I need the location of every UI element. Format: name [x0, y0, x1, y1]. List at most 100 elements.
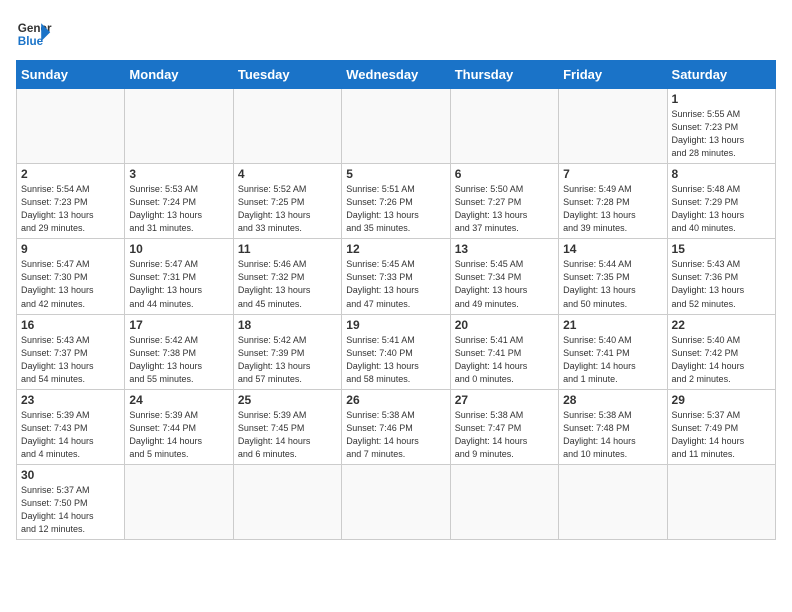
day-number: 27: [455, 393, 554, 407]
day-info: Sunrise: 5:53 AM Sunset: 7:24 PM Dayligh…: [129, 183, 228, 235]
calendar-cell: [342, 89, 450, 164]
day-info: Sunrise: 5:48 AM Sunset: 7:29 PM Dayligh…: [672, 183, 771, 235]
day-number: 28: [563, 393, 662, 407]
calendar-cell: 14 Sunrise: 5:44 AM Sunset: 7:35 PM Dayli…: [559, 239, 667, 314]
day-number: 21: [563, 318, 662, 332]
calendar-cell: 16Sunrise: 5:43 AM Sunset: 7:37 PM Dayli…: [17, 314, 125, 389]
day-number: 7: [563, 167, 662, 181]
calendar-cell: 22Sunrise: 5:40 AM Sunset: 7:42 PM Dayli…: [667, 314, 775, 389]
calendar-cell: 20 Sunrise: 5:41 AM Sunset: 7:41 PM Dayli…: [450, 314, 558, 389]
day-number: 23: [21, 393, 120, 407]
calendar-cell: [125, 89, 233, 164]
day-info: Sunrise: 5:38 AM Sunset: 7:47 PM Dayligh…: [455, 409, 554, 461]
calendar-cell: [125, 464, 233, 539]
calendar-cell: 30Sunrise: 5:37 AM Sunset: 7:50 PM Dayli…: [17, 464, 125, 539]
weekday-header-saturday: Saturday: [667, 61, 775, 89]
day-number: 1: [672, 92, 771, 106]
calendar-cell: [667, 464, 775, 539]
day-number: 6: [455, 167, 554, 181]
calendar-cell: 7 Sunrise: 5:49 AM Sunset: 7:28 PM Daylig…: [559, 164, 667, 239]
weekday-header-tuesday: Tuesday: [233, 61, 341, 89]
calendar-cell: [559, 464, 667, 539]
calendar-cell: 24 Sunrise: 5:39 AM Sunset: 7:44 PM Dayli…: [125, 389, 233, 464]
day-info: Sunrise: 5:42 AM Sunset: 7:39 PM Dayligh…: [238, 334, 337, 386]
calendar-cell: [17, 89, 125, 164]
day-number: 20: [455, 318, 554, 332]
day-number: 5: [346, 167, 445, 181]
calendar-row-3: 9 Sunrise: 5:47 AM Sunset: 7:30 PM Daylig…: [17, 239, 776, 314]
header: General Blue: [16, 16, 776, 52]
calendar-cell: 23 Sunrise: 5:39 AM Sunset: 7:43 PM Dayli…: [17, 389, 125, 464]
day-number: 17: [129, 318, 228, 332]
svg-text:Blue: Blue: [18, 35, 44, 48]
day-info: Sunrise: 5:51 AM Sunset: 7:26 PM Dayligh…: [346, 183, 445, 235]
day-info: Sunrise: 5:45 AM Sunset: 7:33 PM Dayligh…: [346, 258, 445, 310]
day-info: Sunrise: 5:39 AM Sunset: 7:44 PM Dayligh…: [129, 409, 228, 461]
day-number: 19: [346, 318, 445, 332]
day-info: Sunrise: 5:47 AM Sunset: 7:30 PM Dayligh…: [21, 258, 120, 310]
day-info: Sunrise: 5:38 AM Sunset: 7:46 PM Dayligh…: [346, 409, 445, 461]
day-number: 9: [21, 242, 120, 256]
day-info: Sunrise: 5:46 AM Sunset: 7:32 PM Dayligh…: [238, 258, 337, 310]
day-info: Sunrise: 5:49 AM Sunset: 7:28 PM Dayligh…: [563, 183, 662, 235]
calendar-table: SundayMondayTuesdayWednesdayThursdayFrid…: [16, 60, 776, 540]
weekday-header-sunday: Sunday: [17, 61, 125, 89]
day-number: 3: [129, 167, 228, 181]
calendar-cell: [450, 89, 558, 164]
weekday-header-wednesday: Wednesday: [342, 61, 450, 89]
day-info: Sunrise: 5:40 AM Sunset: 7:41 PM Dayligh…: [563, 334, 662, 386]
calendar-row-4: 16Sunrise: 5:43 AM Sunset: 7:37 PM Dayli…: [17, 314, 776, 389]
day-info: Sunrise: 5:44 AM Sunset: 7:35 PM Dayligh…: [563, 258, 662, 310]
day-info: Sunrise: 5:43 AM Sunset: 7:36 PM Dayligh…: [672, 258, 771, 310]
day-number: 4: [238, 167, 337, 181]
day-number: 16: [21, 318, 120, 332]
day-number: 11: [238, 242, 337, 256]
day-info: Sunrise: 5:38 AM Sunset: 7:48 PM Dayligh…: [563, 409, 662, 461]
day-number: 18: [238, 318, 337, 332]
calendar-cell: 2Sunrise: 5:54 AM Sunset: 7:23 PM Daylig…: [17, 164, 125, 239]
calendar-cell: 26Sunrise: 5:38 AM Sunset: 7:46 PM Dayli…: [342, 389, 450, 464]
calendar-row-1: 1Sunrise: 5:55 AM Sunset: 7:23 PM Daylig…: [17, 89, 776, 164]
day-number: 13: [455, 242, 554, 256]
day-number: 15: [672, 242, 771, 256]
calendar-cell: [233, 89, 341, 164]
calendar-cell: 11 Sunrise: 5:46 AM Sunset: 7:32 PM Dayli…: [233, 239, 341, 314]
calendar-cell: 8 Sunrise: 5:48 AM Sunset: 7:29 PM Daylig…: [667, 164, 775, 239]
weekday-header-thursday: Thursday: [450, 61, 558, 89]
day-number: 14: [563, 242, 662, 256]
calendar-cell: [450, 464, 558, 539]
day-number: 24: [129, 393, 228, 407]
day-info: Sunrise: 5:54 AM Sunset: 7:23 PM Dayligh…: [21, 183, 120, 235]
calendar-cell: 1Sunrise: 5:55 AM Sunset: 7:23 PM Daylig…: [667, 89, 775, 164]
calendar-cell: 29Sunrise: 5:37 AM Sunset: 7:49 PM Dayli…: [667, 389, 775, 464]
day-number: 12: [346, 242, 445, 256]
calendar-cell: 9 Sunrise: 5:47 AM Sunset: 7:30 PM Daylig…: [17, 239, 125, 314]
day-number: 10: [129, 242, 228, 256]
calendar-cell: 25 Sunrise: 5:39 AM Sunset: 7:45 PM Dayli…: [233, 389, 341, 464]
calendar-cell: 27 Sunrise: 5:38 AM Sunset: 7:47 PM Dayli…: [450, 389, 558, 464]
day-info: Sunrise: 5:39 AM Sunset: 7:43 PM Dayligh…: [21, 409, 120, 461]
day-number: 22: [672, 318, 771, 332]
day-info: Sunrise: 5:39 AM Sunset: 7:45 PM Dayligh…: [238, 409, 337, 461]
calendar-cell: [342, 464, 450, 539]
logo-icon: General Blue: [16, 16, 52, 52]
calendar-cell: 15 Sunrise: 5:43 AM Sunset: 7:36 PM Dayli…: [667, 239, 775, 314]
calendar-row-2: 2Sunrise: 5:54 AM Sunset: 7:23 PM Daylig…: [17, 164, 776, 239]
weekday-header-monday: Monday: [125, 61, 233, 89]
calendar-row-5: 23 Sunrise: 5:39 AM Sunset: 7:43 PM Dayli…: [17, 389, 776, 464]
day-number: 8: [672, 167, 771, 181]
calendar-cell: 12 Sunrise: 5:45 AM Sunset: 7:33 PM Dayli…: [342, 239, 450, 314]
weekday-header-friday: Friday: [559, 61, 667, 89]
day-info: Sunrise: 5:42 AM Sunset: 7:38 PM Dayligh…: [129, 334, 228, 386]
day-info: Sunrise: 5:41 AM Sunset: 7:40 PM Dayligh…: [346, 334, 445, 386]
calendar-row-6: 30Sunrise: 5:37 AM Sunset: 7:50 PM Dayli…: [17, 464, 776, 539]
calendar-cell: 18 Sunrise: 5:42 AM Sunset: 7:39 PM Dayli…: [233, 314, 341, 389]
day-number: 25: [238, 393, 337, 407]
calendar-cell: 6Sunrise: 5:50 AM Sunset: 7:27 PM Daylig…: [450, 164, 558, 239]
calendar-cell: 10Sunrise: 5:47 AM Sunset: 7:31 PM Dayli…: [125, 239, 233, 314]
calendar-cell: 28 Sunrise: 5:38 AM Sunset: 7:48 PM Dayli…: [559, 389, 667, 464]
day-info: Sunrise: 5:41 AM Sunset: 7:41 PM Dayligh…: [455, 334, 554, 386]
day-info: Sunrise: 5:37 AM Sunset: 7:50 PM Dayligh…: [21, 484, 120, 536]
calendar-cell: 21 Sunrise: 5:40 AM Sunset: 7:41 PM Dayli…: [559, 314, 667, 389]
calendar-cell: 5 Sunrise: 5:51 AM Sunset: 7:26 PM Daylig…: [342, 164, 450, 239]
